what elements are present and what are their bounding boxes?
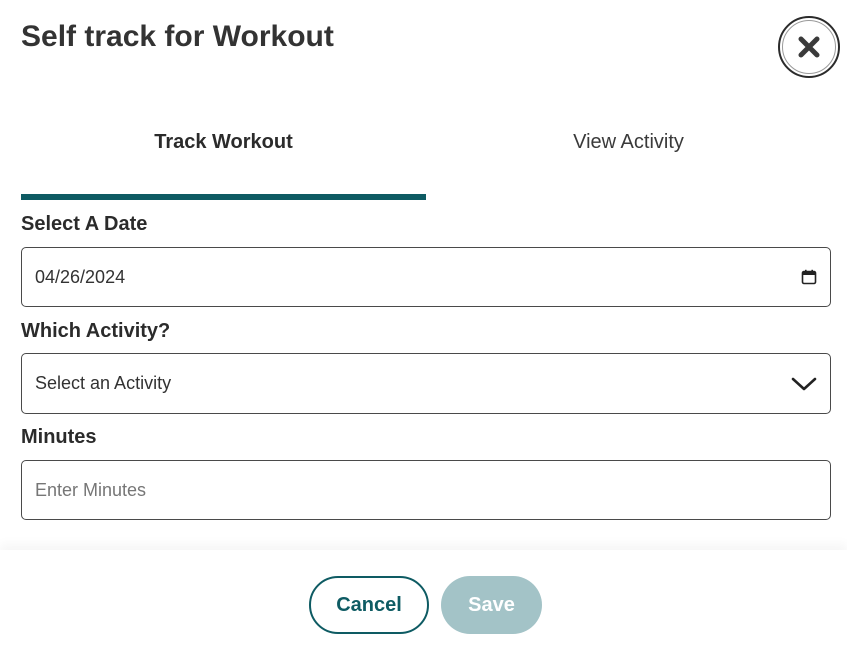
minutes-label: Minutes	[21, 426, 97, 448]
chevron-down-icon	[791, 377, 817, 390]
self-track-dialog: Self track for Workout Track Workout Vie…	[0, 0, 847, 648]
dialog-footer: Cancel Save	[0, 550, 847, 648]
tab-bar: Track Workout View Activity	[21, 110, 831, 200]
save-button[interactable]: Save	[441, 576, 542, 634]
tab-track-workout[interactable]: Track Workout	[21, 110, 426, 174]
cancel-button[interactable]: Cancel	[309, 576, 429, 634]
close-button[interactable]	[778, 16, 840, 78]
dialog-title: Self track for Workout	[21, 20, 334, 53]
minutes-input[interactable]: Enter Minutes	[21, 460, 831, 520]
tab-view-activity[interactable]: View Activity	[426, 110, 831, 174]
date-label: Select A Date	[21, 213, 148, 235]
date-value: 04/26/2024	[35, 266, 126, 287]
activity-select[interactable]: Select an Activity	[21, 353, 831, 414]
minutes-placeholder: Enter Minutes	[35, 479, 147, 500]
activity-selected-value: Select an Activity	[35, 373, 172, 393]
activity-label: Which Activity?	[21, 320, 171, 342]
date-input[interactable]: 04/26/2024	[21, 247, 831, 307]
close-icon	[798, 36, 820, 58]
calendar-icon[interactable]	[801, 269, 817, 285]
active-tab-indicator	[21, 194, 426, 200]
